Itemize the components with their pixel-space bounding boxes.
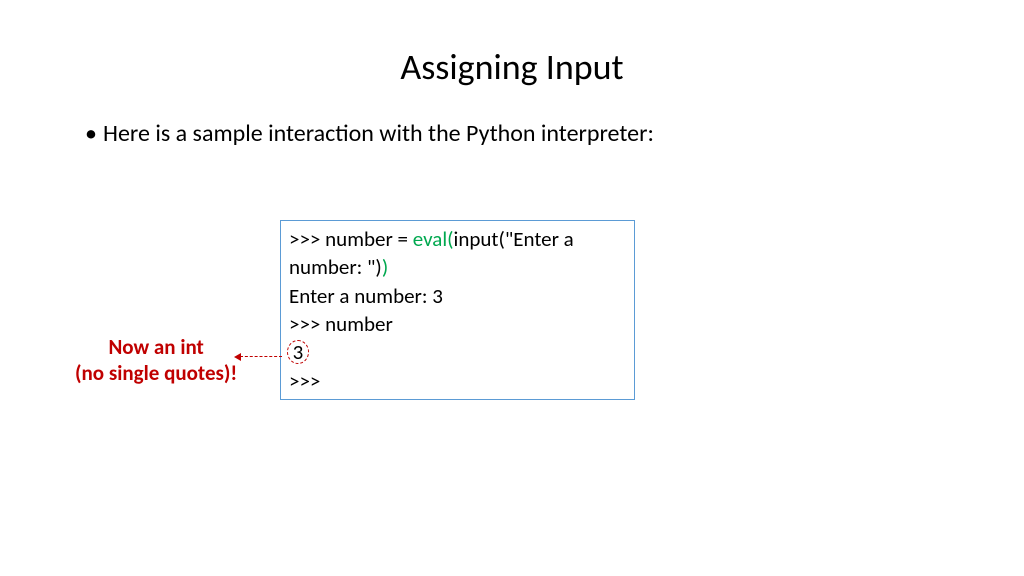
- code-box: >>> number = eval(input("Enter a number:…: [280, 220, 635, 400]
- code-line-2: Enter a number: 3: [289, 282, 626, 310]
- arrow-icon: [240, 356, 282, 357]
- annotation-callout: Now an int (no single quotes)!: [75, 334, 237, 387]
- code-line-1: >>> number = eval(input("Enter a number:…: [289, 225, 626, 282]
- bullet-section: Here is a sample interaction with the Py…: [0, 119, 1024, 148]
- bullet-item: Here is a sample interaction with the Py…: [85, 119, 964, 148]
- slide-title: Assigning Input: [0, 0, 1024, 119]
- code-prefix: >>> number =: [289, 226, 413, 252]
- eval-open: eval(: [413, 226, 454, 252]
- circled-result: 3: [287, 340, 309, 364]
- annotation-line-2: (no single quotes)!: [75, 360, 237, 386]
- code-line-4: 3: [289, 338, 626, 366]
- eval-close: ): [382, 254, 388, 280]
- code-line-3: >>> number: [289, 310, 626, 338]
- code-line-5: >>>: [289, 367, 626, 395]
- annotation-line-1: Now an int: [75, 334, 237, 360]
